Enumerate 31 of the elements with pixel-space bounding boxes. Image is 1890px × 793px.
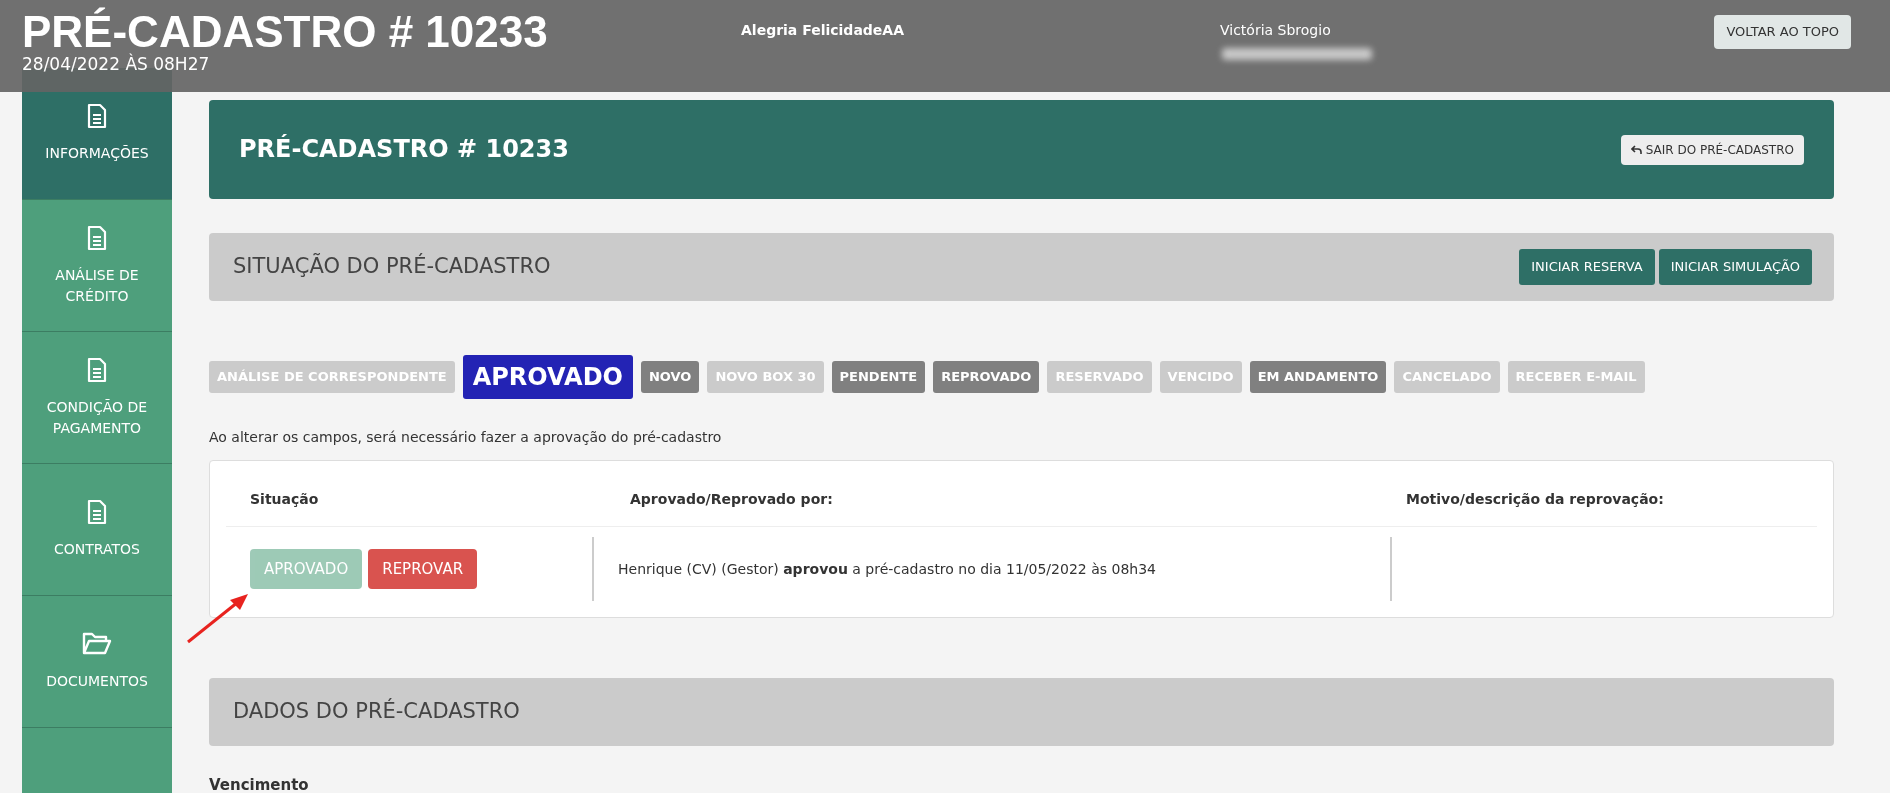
column-header: Situação xyxy=(249,490,320,509)
action-button[interactable]: INICIAR SIMULAÇÃO xyxy=(1658,249,1812,285)
status-tag[interactable]: EM ANDAMENTO xyxy=(1249,361,1387,393)
exit-button[interactable]: SAIR DO PRÉ-CADASTRO xyxy=(1620,134,1804,165)
status-tag[interactable]: NOVO xyxy=(640,361,700,393)
document-icon xyxy=(86,499,108,525)
status-tag[interactable]: REPROVADO xyxy=(933,361,1040,393)
user-name: Victória Sbrogio xyxy=(1220,21,1331,40)
status-tag[interactable]: APROVADO xyxy=(462,355,633,399)
reply-icon xyxy=(1630,145,1642,155)
column-header: Motivo/descrição da reprovação: xyxy=(1406,490,1665,509)
section-title: DADOS DO PRÉ-CADASTRO xyxy=(233,699,520,725)
document-icon xyxy=(86,224,108,251)
sidebar-item[interactable]: ANÁLISE DE CRÉDITO xyxy=(22,200,172,332)
notice-text: Ao alterar os campos, será necessário fazer a aprovação do pré-cadastro xyxy=(209,428,723,447)
sidebar-item[interactable]: CONDIÇÃO DE PAGAMENTO xyxy=(22,332,172,464)
back-to-top-button[interactable]: VOLTAR AO TOPO xyxy=(1714,15,1851,49)
status-tag[interactable]: PENDENTE xyxy=(831,361,926,393)
sidebar-item[interactable]: DOCUMENTOS xyxy=(22,596,172,728)
section-title: PRÉ-CADASTRO # 10233 xyxy=(239,135,569,164)
user-name: Alegria FelicidadeAA xyxy=(741,21,905,40)
folder-icon xyxy=(82,631,112,657)
approval-text: Henrique (CV) (Gestor) aprovou a pré-cadastro no dia 11/05/2022 às 08h34 xyxy=(618,559,1156,579)
action-button[interactable]: INICIAR RESERVA xyxy=(1519,249,1655,285)
column-header: Aprovado/Reprovado por: xyxy=(629,490,834,509)
document-icon xyxy=(86,356,108,383)
field-label: Vencimento xyxy=(209,775,310,793)
reject-button[interactable]: REPROVAR xyxy=(368,548,478,590)
document-icon xyxy=(86,103,108,129)
sidebar-item[interactable]: CONTRATOS xyxy=(22,464,172,596)
section-title: SITUAÇÃO DO PRÉ-CADASTRO xyxy=(233,254,551,280)
